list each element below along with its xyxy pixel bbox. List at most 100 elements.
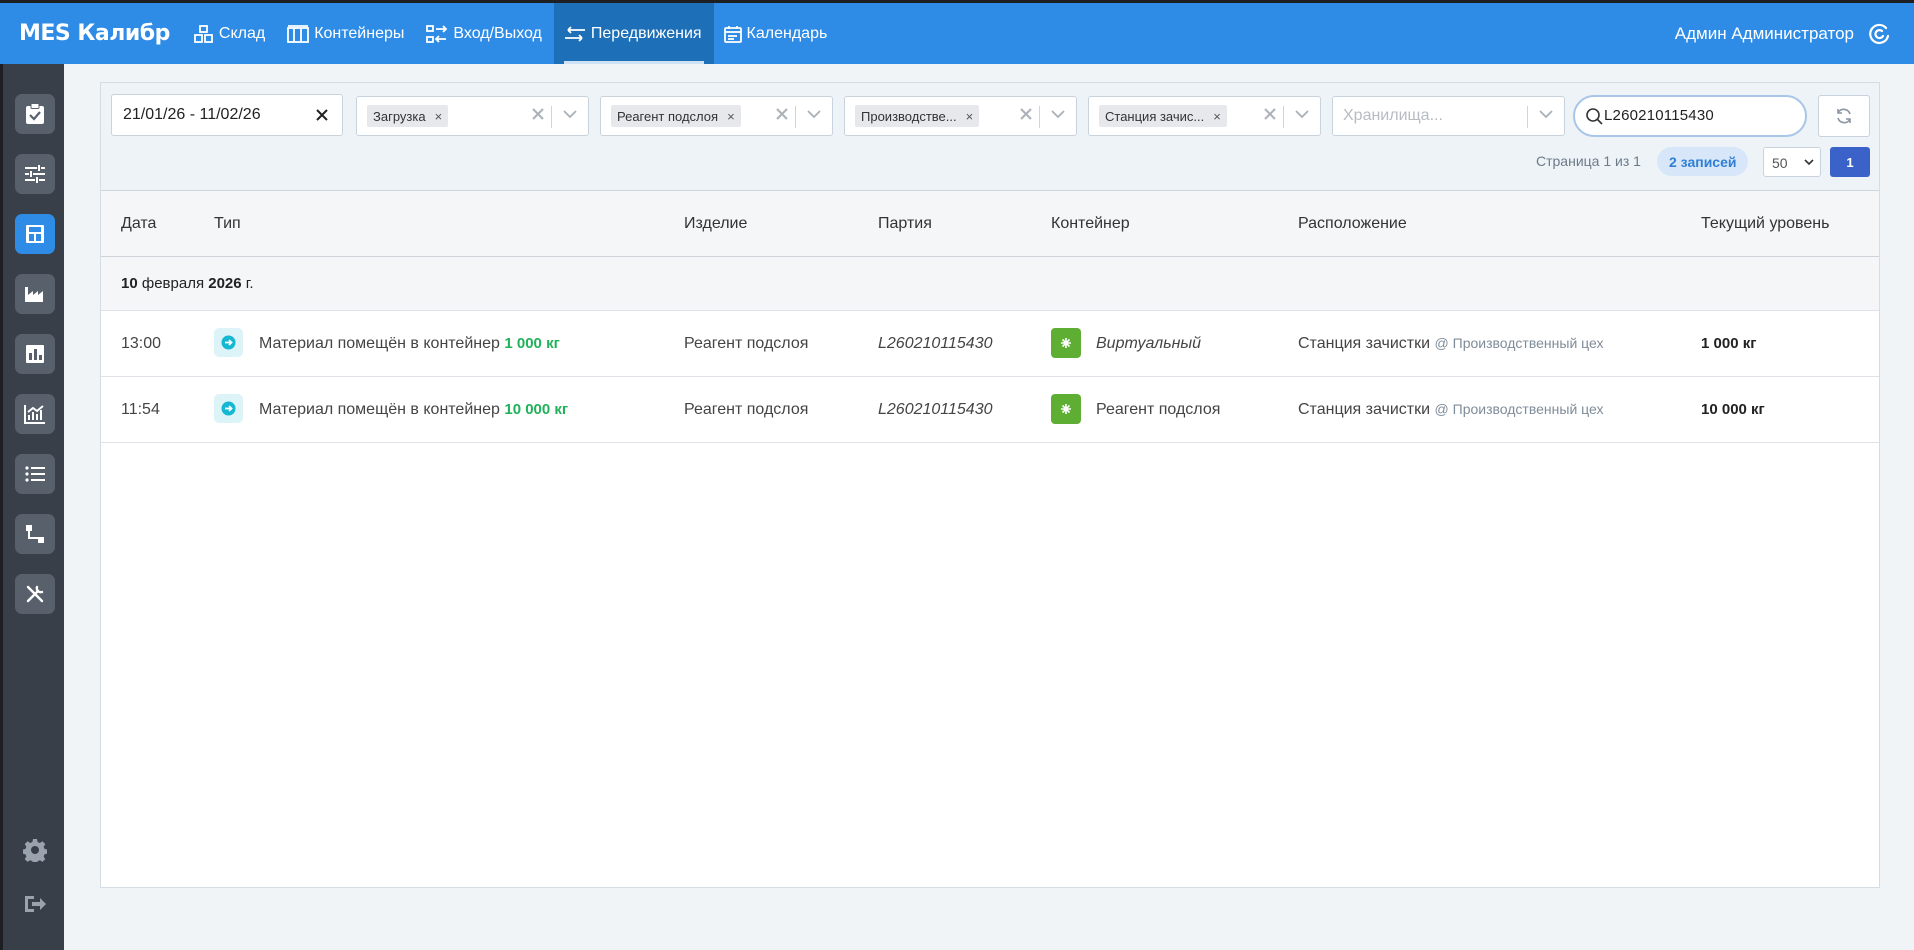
column-header-container[interactable]: Контейнер bbox=[1051, 215, 1130, 233]
nav-item-label: Вход/Выход bbox=[453, 24, 542, 42]
row-time: 11:54 bbox=[121, 401, 160, 418]
chip-remove-icon[interactable]: × bbox=[966, 109, 974, 124]
close-icon bbox=[316, 109, 328, 121]
chevron-down-icon[interactable] bbox=[1295, 110, 1309, 119]
storage-placeholder: Хранилища... bbox=[1343, 107, 1443, 124]
table-header: Дата Тип Изделие Партия Контейнер Распол… bbox=[101, 191, 1879, 257]
nav-item-calendar[interactable]: Календарь bbox=[714, 3, 840, 64]
sidebar-item-tasks[interactable] bbox=[15, 94, 55, 134]
sidebar-item-production[interactable] bbox=[15, 274, 55, 314]
page-info: Страница 1 из 1 bbox=[1536, 153, 1641, 169]
containers-icon bbox=[287, 24, 310, 43]
chevron-down-icon bbox=[1804, 159, 1814, 166]
row-location: Станция зачистки @ Производственный цех bbox=[1298, 335, 1604, 353]
column-header-lot[interactable]: Партия bbox=[878, 215, 932, 233]
row-container[interactable]: Виртуальный bbox=[1096, 335, 1201, 353]
clear-icon[interactable] bbox=[776, 108, 788, 120]
nav-item-in-out[interactable]: Вход/Выход bbox=[416, 3, 554, 64]
sliders-icon bbox=[25, 165, 45, 183]
gear-icon bbox=[23, 839, 47, 862]
date-range-value: 21/01/26 - 11/02/26 bbox=[123, 106, 261, 123]
container-icon bbox=[1051, 394, 1081, 424]
calendar-icon bbox=[723, 25, 742, 43]
chip-remove-icon[interactable]: × bbox=[435, 109, 443, 124]
station-filter-select[interactable]: Станция зачис... × bbox=[1088, 96, 1321, 136]
row-product: Реагент подслоя bbox=[684, 401, 809, 418]
container-icon bbox=[1051, 328, 1081, 358]
column-header-location[interactable]: Расположение bbox=[1298, 215, 1407, 233]
column-header-level[interactable]: Текущий уровень bbox=[1701, 215, 1829, 233]
row-lot[interactable]: L260210115430 bbox=[878, 401, 993, 419]
date-range-picker[interactable]: 21/01/26 - 11/02/26 bbox=[111, 94, 343, 136]
page-button-1[interactable]: 1 bbox=[1830, 147, 1870, 177]
chevron-down-icon[interactable] bbox=[1051, 110, 1065, 119]
station-filter-chip: Станция зачис... × bbox=[1099, 105, 1227, 127]
row-container[interactable]: Реагент подслоя bbox=[1096, 401, 1220, 419]
group-month: февраля bbox=[137, 275, 209, 292]
group-day: 10 bbox=[121, 275, 138, 292]
row-lot[interactable]: L260210115430 bbox=[878, 335, 993, 353]
group-suffix: г. bbox=[241, 275, 254, 292]
workshop-filter-chip: Производстве... × bbox=[855, 105, 980, 127]
clear-icon[interactable] bbox=[532, 108, 544, 120]
refresh-icon bbox=[1837, 108, 1851, 124]
refresh-button[interactable] bbox=[1818, 95, 1870, 137]
select-separator bbox=[795, 106, 796, 128]
workshop-filter-select[interactable]: Производстве... × bbox=[844, 96, 1077, 136]
row-location-name: Станция зачистки bbox=[1298, 401, 1431, 418]
row-type: Материал помещён в контейнер 1 000 кг bbox=[259, 335, 560, 353]
sidebar-logout[interactable] bbox=[21, 890, 49, 918]
sidebar-settings[interactable] bbox=[21, 836, 49, 864]
nav-item-transfers[interactable]: Передвижения bbox=[553, 3, 714, 64]
nav-item-label: Контейнеры bbox=[314, 24, 405, 42]
sidebar-item-settings-flow[interactable] bbox=[15, 154, 55, 194]
chevron-down-icon[interactable] bbox=[563, 110, 577, 119]
sidebar-item-analytics[interactable] bbox=[15, 394, 55, 434]
row-location: Станция зачистки @ Производственный цех bbox=[1298, 401, 1604, 419]
sidebar-item-routes[interactable] bbox=[15, 514, 55, 554]
column-header-type[interactable]: Тип bbox=[214, 215, 241, 233]
chip-remove-icon[interactable]: × bbox=[727, 109, 735, 124]
sidebar-item-tools[interactable] bbox=[15, 574, 55, 614]
in-out-icon bbox=[426, 24, 448, 43]
date-clear-button[interactable] bbox=[311, 104, 333, 126]
product-filter-select[interactable]: Реагент подслоя × bbox=[600, 96, 833, 136]
route-icon bbox=[26, 525, 44, 543]
nav-item-label: Передвижения bbox=[590, 24, 702, 42]
column-header-date[interactable]: Дата bbox=[121, 215, 156, 233]
table-row[interactable]: 13:00 Материал помещён в контейнер 1 000… bbox=[101, 311, 1879, 377]
row-time: 13:00 bbox=[121, 335, 162, 352]
sidebar-item-list[interactable] bbox=[15, 454, 55, 494]
row-location-name: Станция зачистки bbox=[1298, 335, 1431, 352]
chevron-down-icon[interactable] bbox=[1539, 110, 1553, 119]
spiral-logo-icon[interactable] bbox=[1868, 23, 1890, 45]
nav-item-warehouse[interactable]: Склад bbox=[184, 3, 277, 64]
sidebar bbox=[0, 64, 64, 950]
app-brand[interactable]: MES Калибр bbox=[19, 21, 170, 46]
type-filter-select[interactable]: Загрузка × bbox=[356, 96, 589, 136]
search-input[interactable]: L260210115430 bbox=[1573, 95, 1807, 137]
top-navbar: MES Калибр Склад Контейнеры Вход/Выход П… bbox=[0, 0, 1914, 64]
clear-icon[interactable] bbox=[1264, 108, 1276, 120]
row-location-sub: @ Производственный цех bbox=[1434, 401, 1604, 417]
chevron-down-icon[interactable] bbox=[807, 110, 821, 119]
sidebar-item-reports[interactable] bbox=[15, 334, 55, 374]
row-type-text: Материал помещён в контейнер bbox=[259, 401, 500, 418]
logout-icon bbox=[25, 896, 46, 912]
user-area: Админ Администратор bbox=[1675, 23, 1890, 45]
select-separator bbox=[551, 106, 552, 128]
row-type-text: Материал помещён в контейнер bbox=[259, 335, 500, 352]
row-level: 1 000 кг bbox=[1701, 335, 1757, 352]
column-header-product[interactable]: Изделие bbox=[684, 215, 747, 233]
storage-filter-select[interactable]: Хранилища... bbox=[1332, 96, 1565, 136]
chip-remove-icon[interactable]: × bbox=[1213, 109, 1221, 124]
select-separator bbox=[1283, 106, 1284, 128]
nav-item-label: Склад bbox=[218, 24, 266, 42]
table-row[interactable]: 11:54 Материал помещён в контейнер 10 00… bbox=[101, 377, 1879, 443]
bar-chart-icon bbox=[26, 345, 44, 363]
sidebar-item-warehouse[interactable] bbox=[15, 214, 55, 254]
user-name[interactable]: Админ Администратор bbox=[1675, 24, 1854, 44]
nav-item-containers[interactable]: Контейнеры bbox=[277, 3, 416, 64]
per-page-select[interactable]: 50 bbox=[1763, 147, 1821, 177]
clear-icon[interactable] bbox=[1020, 108, 1032, 120]
